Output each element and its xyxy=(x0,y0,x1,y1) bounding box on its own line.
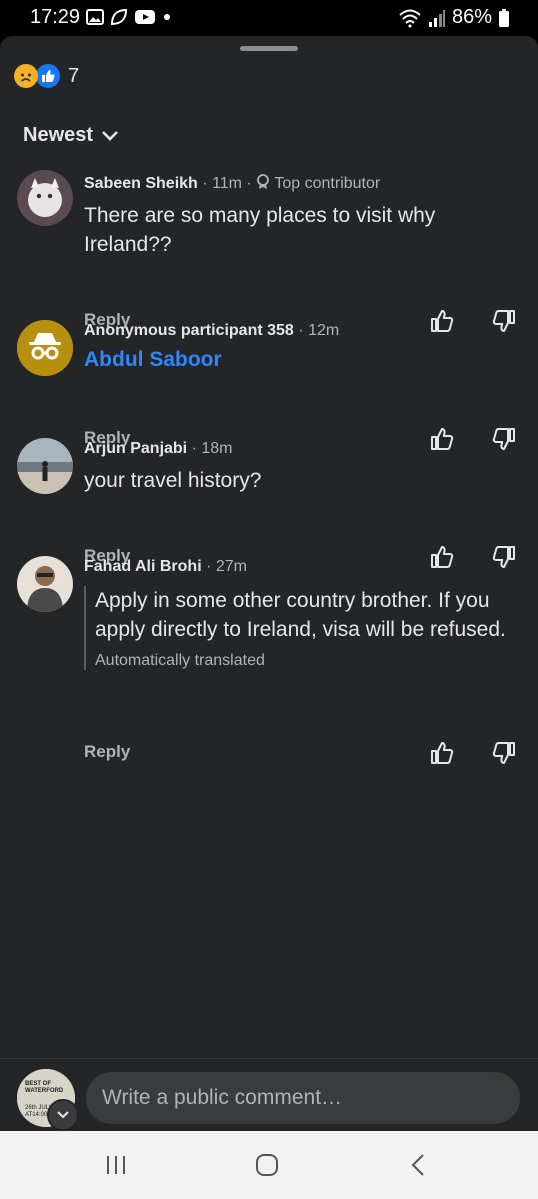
avatar-line-2: WATERFORD xyxy=(25,1088,64,1094)
anonymous-avatar[interactable] xyxy=(17,320,73,376)
comment-meta: Anonymous participant 358 · 12m xyxy=(84,322,340,339)
home-icon[interactable] xyxy=(255,1153,279,1177)
comment-meta: Fahad Ali Brohi · 27m xyxy=(84,558,247,575)
signal-icon xyxy=(428,9,445,27)
battery-icon xyxy=(499,8,509,27)
avatar[interactable] xyxy=(17,170,73,226)
commenter-name[interactable]: Fahad Ali Brohi xyxy=(84,558,202,575)
comment-body: Sabeen Sheikh · 11m · Top contributor Th… xyxy=(84,174,522,259)
commenter-name[interactable]: Anonymous participant 358 xyxy=(84,322,294,339)
comment-body: Fahad Ali Brohi · 27m Apply in some othe… xyxy=(84,558,522,670)
avatar-line-1: BEST OF xyxy=(25,1081,51,1087)
sort-label: Newest xyxy=(23,124,94,146)
comment-time: 27m xyxy=(215,558,247,575)
comment-text: your travel history? xyxy=(84,469,262,492)
comment-text: There are so many places to visit why Ir… xyxy=(84,204,436,256)
auto-translated-label[interactable]: Automatically translated xyxy=(95,652,522,670)
comment-time: 11m xyxy=(212,175,242,192)
comment-meta: Sabeen Sheikh · 11m · Top contributor xyxy=(84,174,381,192)
translated-block: Apply in some other country brother. If … xyxy=(84,586,522,670)
comment-input[interactable]: Write a public comment… xyxy=(86,1072,520,1124)
like-icon[interactable] xyxy=(429,740,455,766)
system-icons: 86% xyxy=(398,6,510,29)
recents-icon[interactable] xyxy=(104,1153,128,1177)
commenter-name[interactable]: Sabeen Sheikh xyxy=(84,175,198,192)
leaf-icon xyxy=(110,8,128,26)
reaction-summary[interactable]: 7 xyxy=(14,62,79,90)
comment-time: 12m xyxy=(308,322,340,339)
dislike-icon[interactable] xyxy=(491,740,517,766)
chevron-down-icon xyxy=(102,130,118,141)
wifi-icon xyxy=(399,9,421,27)
profile-switch-button[interactable] xyxy=(47,1099,79,1131)
comment-body: Arjun Panjabi · 18m your travel history? xyxy=(84,440,522,495)
commenter-name[interactable]: Arjun Panjabi xyxy=(84,440,187,457)
battery-percent: 86% xyxy=(451,6,492,28)
chevron-down-icon xyxy=(57,1111,69,1119)
reply-button[interactable]: Reply xyxy=(84,742,130,762)
notification-icons xyxy=(86,8,172,26)
comment-text: Apply in some other country brother. If … xyxy=(95,589,506,641)
dot-icon xyxy=(164,14,170,20)
system-nav-bar xyxy=(0,1131,538,1199)
back-icon[interactable] xyxy=(407,1153,431,1177)
comment-composer: BEST OF WATERFORD 26th JULY AT14:00 Writ… xyxy=(0,1058,538,1131)
drag-handle[interactable] xyxy=(240,46,298,51)
like-reaction-icon xyxy=(34,62,62,90)
sort-dropdown[interactable]: Newest xyxy=(23,124,119,147)
gallery-icon xyxy=(86,9,104,25)
status-time: 17:29 xyxy=(30,6,81,28)
avatar[interactable] xyxy=(17,438,73,494)
comment-meta: Arjun Panjabi · 18m xyxy=(84,440,233,457)
status-bar: 17:29 86% xyxy=(0,0,538,36)
comments-sheet: 7 Newest Sabeen Sheikh · 11m · Top contr… xyxy=(0,36,538,1130)
sad-reaction-icon xyxy=(14,64,38,88)
youtube-icon xyxy=(135,10,155,24)
avatar-line-4: AT14:00 xyxy=(25,1112,48,1118)
reaction-count: 7 xyxy=(68,64,80,87)
top-contributor-badge: Top contributor xyxy=(274,175,381,192)
comment-time: 18m xyxy=(201,440,233,457)
mention-link[interactable]: Abdul Saboor xyxy=(84,348,522,372)
comment-body: Anonymous participant 358 · 12m Abdul Sa… xyxy=(84,322,522,372)
badge-icon xyxy=(257,174,270,189)
avatar[interactable] xyxy=(17,556,73,612)
